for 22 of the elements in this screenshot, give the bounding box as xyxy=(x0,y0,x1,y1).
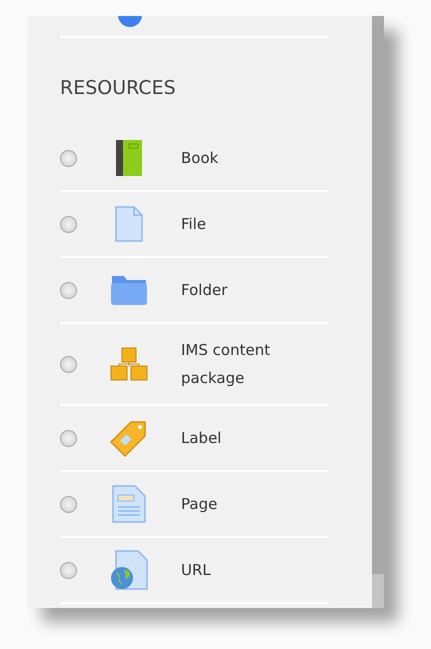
file-icon xyxy=(115,206,143,242)
document-icon xyxy=(112,485,146,523)
radio-button[interactable] xyxy=(60,562,77,578)
folder-icon xyxy=(110,274,148,306)
radio-button[interactable] xyxy=(60,216,77,232)
scrollbar[interactable] xyxy=(372,16,384,574)
option-label[interactable]: URL xyxy=(181,556,311,584)
option-label[interactable]: Folder xyxy=(181,276,311,304)
option-label[interactable]: Label xyxy=(181,424,311,452)
book-icon xyxy=(116,140,142,176)
radio-button[interactable] xyxy=(60,496,77,512)
option-label[interactable]: IMS content package xyxy=(181,336,311,392)
radio-button[interactable] xyxy=(60,150,77,166)
radio-button[interactable] xyxy=(60,282,77,298)
option-label[interactable]: File xyxy=(181,210,311,238)
boxes-icon xyxy=(110,347,148,381)
radio-button[interactable] xyxy=(60,430,77,446)
option-label[interactable]: Page xyxy=(181,490,311,518)
radio-button[interactable] xyxy=(60,356,77,372)
option-label[interactable]: Book xyxy=(181,144,311,172)
globe-document-icon xyxy=(110,550,148,590)
section-heading: RESOURCES xyxy=(60,76,177,100)
